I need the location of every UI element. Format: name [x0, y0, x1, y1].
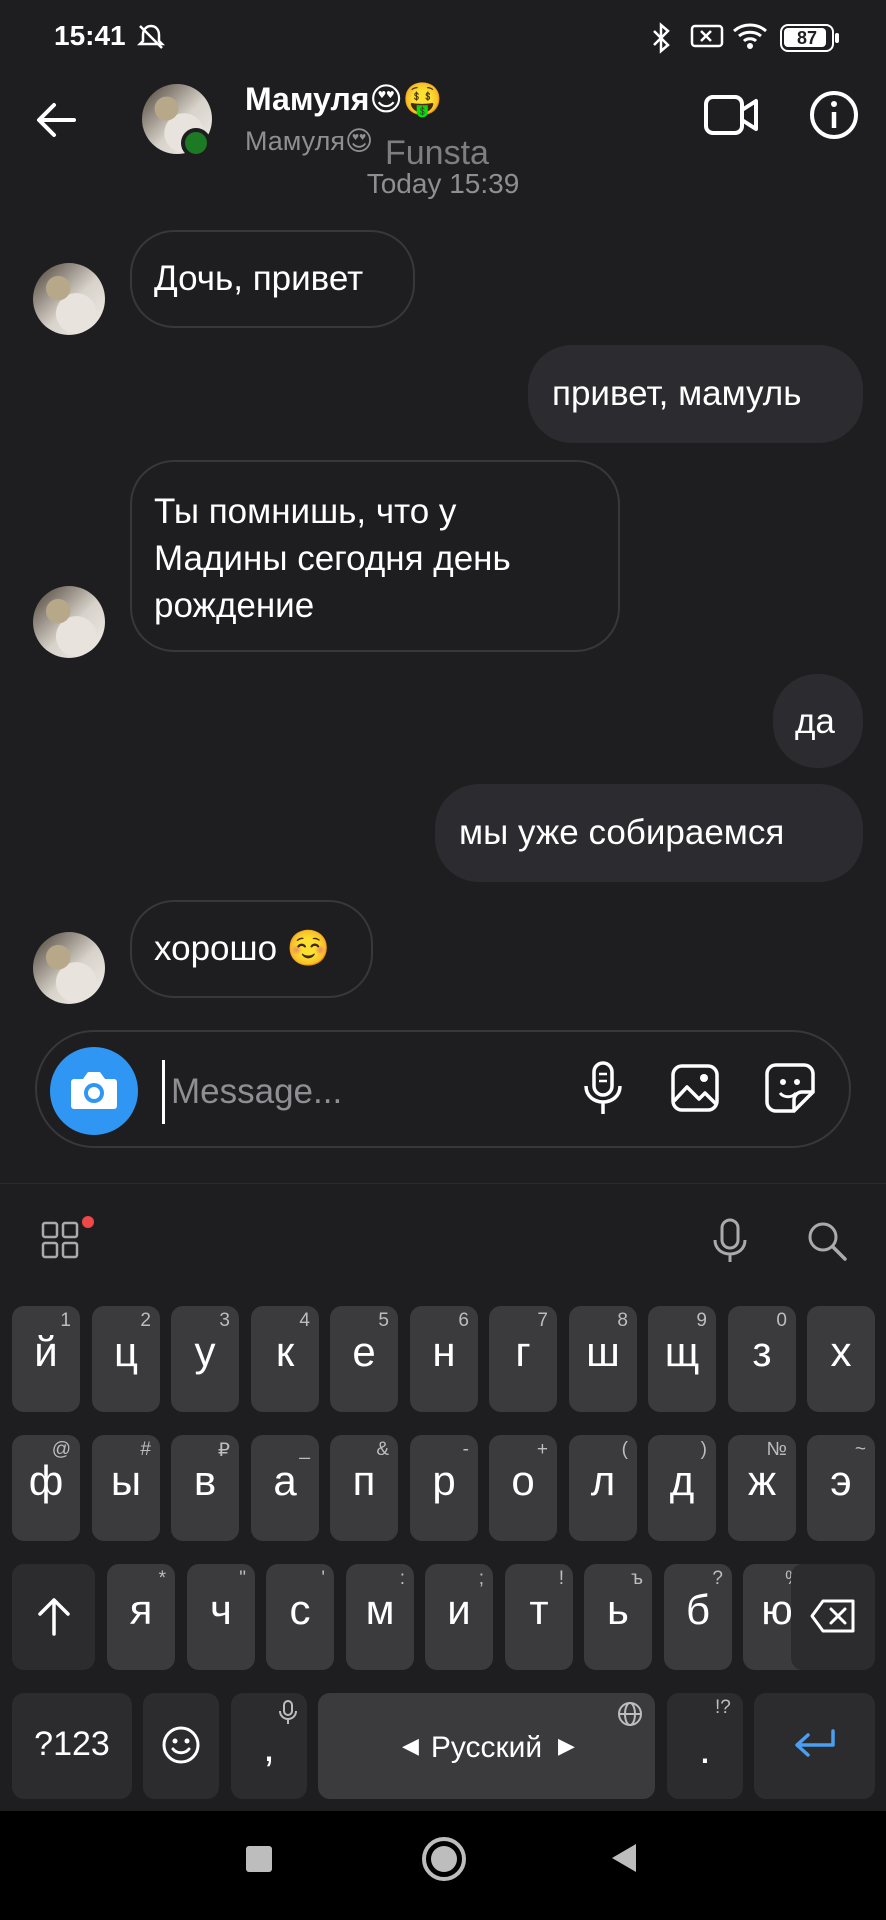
message-timestamp: Today 15:39 — [366, 168, 520, 199]
notification-dot — [82, 1216, 94, 1228]
contact-username: Мамуля😍 — [245, 126, 374, 156]
key-ж[interactable]: № ж — [728, 1435, 796, 1541]
emoji-icon — [162, 1726, 200, 1764]
mute-notifications-icon — [136, 24, 166, 49]
battery-level: 87 — [796, 28, 818, 48]
key-г[interactable]: 7г — [489, 1306, 557, 1412]
enter-key[interactable] — [754, 1693, 875, 1799]
key-т[interactable]: ! т — [505, 1564, 573, 1670]
key-и[interactable]: ; и — [425, 1564, 493, 1670]
wifi-icon — [733, 23, 767, 49]
key-ь[interactable]: ъь — [584, 1564, 652, 1670]
message-bubble-incoming[interactable]: Ты помнишь, что у Мадины сегодня день ро… — [130, 460, 620, 652]
home-button[interactable] — [422, 1837, 466, 1881]
info-icon[interactable] — [808, 89, 860, 141]
online-status-dot — [181, 128, 211, 158]
camera-icon — [71, 1072, 117, 1109]
enter-icon — [795, 1729, 835, 1757]
backspace-key[interactable] — [791, 1564, 875, 1670]
key-й[interactable]: 1й — [12, 1306, 80, 1412]
symbols-mode-key[interactable]: ?123 — [12, 1693, 132, 1799]
key-а[interactable]: _ а — [251, 1435, 319, 1541]
status-time: 15:41 — [54, 20, 126, 51]
key-о[interactable]: + о — [489, 1435, 557, 1541]
message-bubble-incoming[interactable]: Дочь, привет — [130, 230, 415, 328]
contact-name[interactable]: Мамуля😍🤑 — [245, 80, 443, 118]
key-ы[interactable]: # ы — [92, 1435, 160, 1541]
key-д[interactable]: ) д — [648, 1435, 716, 1541]
gallery-icon[interactable] — [670, 1063, 720, 1113]
comma-key[interactable]: , — [231, 1693, 307, 1799]
shift-arrow-icon — [38, 1598, 70, 1636]
bluetooth-icon — [653, 22, 670, 54]
camera-button[interactable] — [50, 1047, 138, 1135]
emoji-key[interactable] — [143, 1693, 219, 1799]
sticker-icon[interactable] — [764, 1062, 816, 1114]
microphone-icon[interactable] — [582, 1060, 624, 1118]
key-к[interactable]: 4к — [251, 1306, 319, 1412]
chat-header: Мамуля😍🤑 Мамуля😍 Funsta — [0, 62, 886, 182]
key-я[interactable]: * я — [107, 1564, 175, 1670]
key-н[interactable]: 6н — [410, 1306, 478, 1412]
back-arrow-icon[interactable] — [34, 98, 78, 142]
no-sim-icon — [690, 24, 724, 48]
key-ф[interactable]: @ ф — [12, 1435, 80, 1541]
key-ц[interactable]: 2ц — [92, 1306, 160, 1412]
sender-avatar[interactable] — [33, 586, 105, 658]
key-э[interactable]: ~ э — [807, 1435, 875, 1541]
keyboard-toolbar — [0, 1183, 886, 1302]
video-call-icon[interactable] — [703, 92, 759, 138]
message-bubble-outgoing[interactable]: мы уже собираемся — [435, 784, 863, 882]
key-ш[interactable]: 8ш — [569, 1306, 637, 1412]
message-bubble-outgoing[interactable]: да — [773, 674, 863, 768]
system-navigation-bar — [0, 1811, 886, 1920]
message-input[interactable] — [162, 1060, 573, 1124]
sender-avatar[interactable] — [33, 263, 105, 335]
key-ч[interactable]: " ч — [187, 1564, 255, 1670]
message-bubble-incoming[interactable]: хорошо ☺️ — [130, 900, 373, 998]
apps-grid-icon[interactable] — [40, 1220, 80, 1260]
battery-icon: 87 — [780, 24, 839, 52]
key-х[interactable]: х — [807, 1306, 875, 1412]
shift-key[interactable] — [12, 1564, 95, 1670]
status-bar: 15:41 87 — [0, 0, 886, 62]
next-language-icon: ▶ — [558, 1733, 575, 1758]
space-bar-label: Русский — [430, 1731, 543, 1764]
search-icon[interactable] — [806, 1220, 848, 1262]
backspace-icon — [810, 1599, 855, 1633]
key-щ[interactable]: 9щ — [648, 1306, 716, 1412]
key-у[interactable]: 3у — [171, 1306, 239, 1412]
sender-avatar[interactable] — [33, 932, 105, 1004]
keyboard: 1й 2ц 3у 4к 5е 6н 7г 8ш 9щ 0з х @ ф # ы ₽ в… — [0, 1301, 886, 1811]
key-б[interactable]: ? б — [664, 1564, 732, 1670]
key-е[interactable]: 5е — [330, 1306, 398, 1412]
key-с[interactable]: ' с — [266, 1564, 334, 1670]
key-з[interactable]: 0з — [728, 1306, 796, 1412]
key-п[interactable]: & п — [330, 1435, 398, 1541]
message-bubble-outgoing[interactable]: привет, мамуль — [528, 345, 863, 443]
period-key[interactable]: !? . — [667, 1693, 743, 1799]
recents-button[interactable] — [246, 1846, 272, 1872]
key-в[interactable]: ₽ в — [171, 1435, 239, 1541]
key-л[interactable]: (л — [569, 1435, 637, 1541]
key-р[interactable]: -р — [410, 1435, 478, 1541]
back-button[interactable] — [608, 1841, 638, 1875]
space-bar[interactable]: ◀ Русский ▶ — [318, 1693, 655, 1799]
voice-input-icon[interactable] — [712, 1218, 748, 1264]
key-м[interactable]: :м — [346, 1564, 414, 1670]
globe-icon — [618, 1702, 642, 1726]
